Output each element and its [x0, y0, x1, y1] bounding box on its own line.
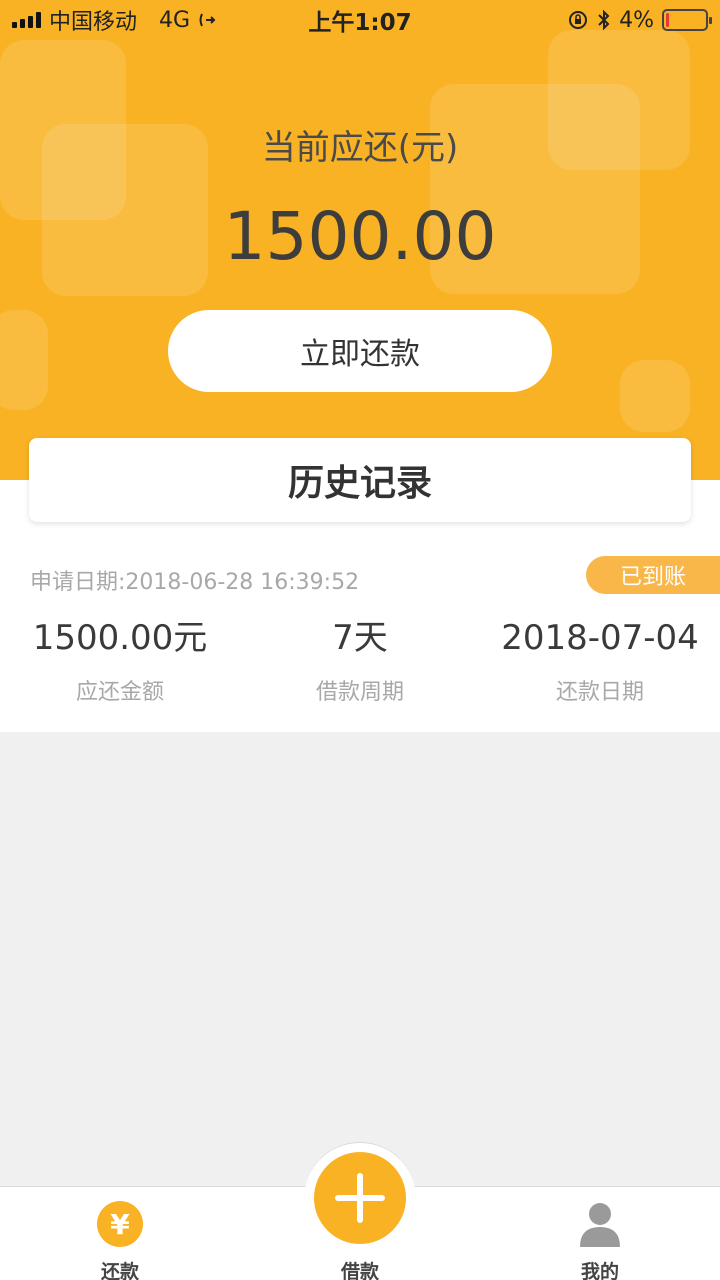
status-bar: 中国移动 4G 上午1:07 4% [0, 0, 720, 40]
user-icon [580, 1203, 620, 1247]
record-amount: 1500.00元 应还金额 [0, 616, 240, 706]
battery-percent: 4% [619, 7, 654, 33]
record-period-label: 借款周期 [315, 680, 404, 705]
call-forward-icon [199, 13, 216, 27]
record-apply-date: 申请日期:2018-06-28 16:39:52 [30, 570, 360, 595]
tab-mine-label: 我的 [580, 1261, 619, 1280]
carrier-name: 中国移动 [49, 10, 138, 35]
record-due-value: 2018-07-04 [501, 618, 699, 658]
tab-repay-label: 还款 [100, 1261, 139, 1280]
borrow-plus-button[interactable] [314, 1152, 406, 1244]
record-due-date: 2018-07-04 还款日期 [480, 616, 720, 706]
tab-mine[interactable]: 我的 [480, 1187, 720, 1280]
record-period: 7天 借款周期 [240, 616, 480, 706]
tab-borrow-label: 借款 [340, 1261, 379, 1280]
decor-blob [0, 310, 48, 410]
current-due-label: 当前应还(元) [261, 128, 459, 168]
record-period-value: 7天 [332, 618, 388, 658]
status-badge: 已到账 [586, 556, 720, 594]
decor-blob [620, 360, 690, 432]
repay-now-button[interactable]: 立即还款 [168, 310, 552, 392]
battery-icon [662, 9, 712, 31]
network-type: 4G [159, 7, 191, 33]
orientation-lock-icon [569, 11, 588, 29]
hero-banner: 中国移动 4G 上午1:07 4% 当前应还(元) 1500.00 立即还款 [0, 0, 720, 480]
record-amount-value: 1500.00元 [32, 618, 208, 658]
bluetooth-icon [598, 9, 610, 31]
record-due-label: 还款日期 [555, 680, 644, 705]
current-due-amount: 1500.00 [223, 198, 497, 275]
signal-icon [12, 12, 41, 28]
yen-icon: ¥ [97, 1201, 143, 1247]
tab-repay[interactable]: ¥ 还款 [0, 1187, 240, 1280]
history-title[interactable]: 历史记录 [29, 438, 691, 522]
record-amount-label: 应还金额 [75, 680, 164, 705]
list-item[interactable]: 1500.00元 应还金额 7天 借款周期 2018-07-04 还款日期 [0, 616, 720, 706]
